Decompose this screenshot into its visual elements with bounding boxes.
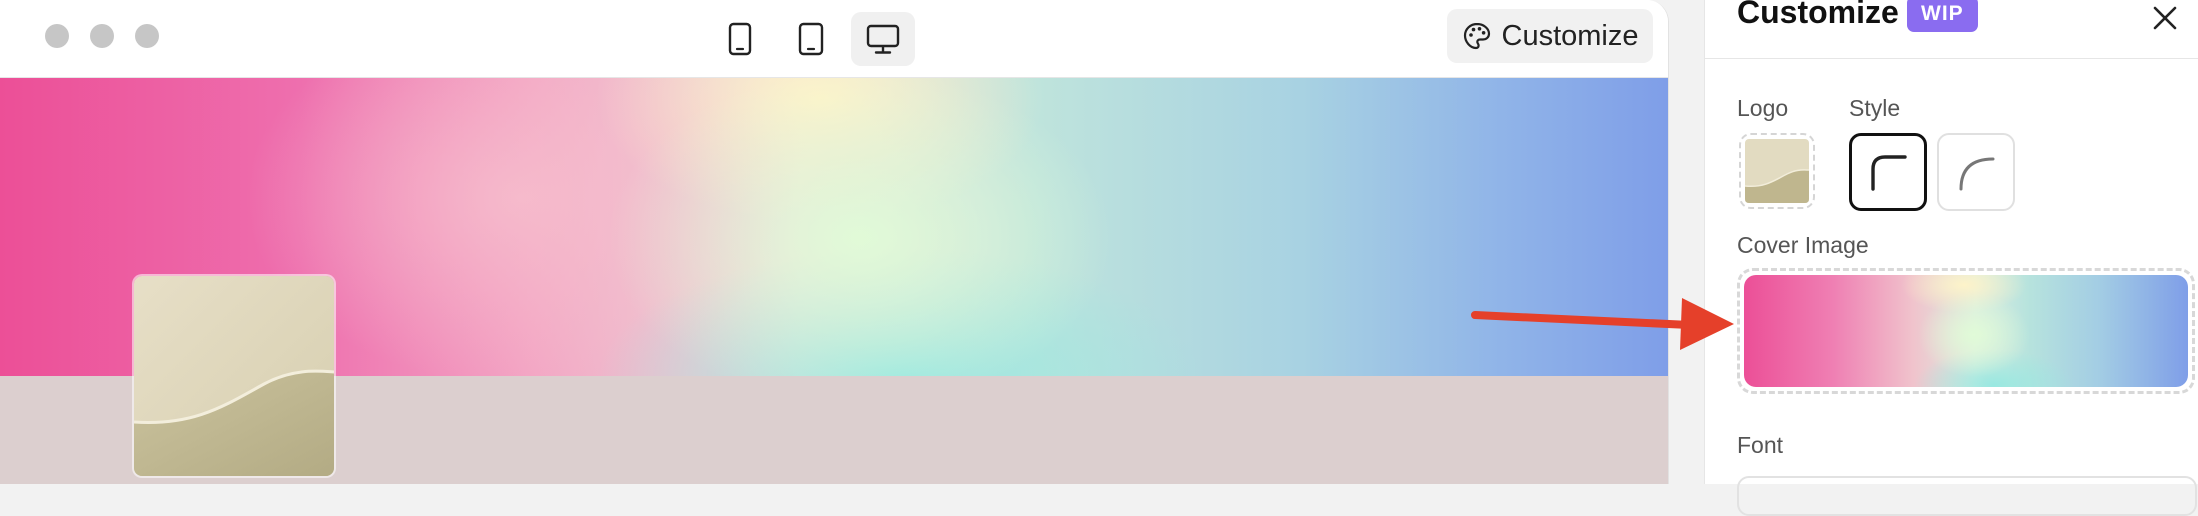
preview-window: Customize bbox=[0, 0, 1669, 484]
customize-panel: Customize WIP Logo Style Cover Image Fon… bbox=[1704, 0, 2198, 516]
device-mobile-button[interactable] bbox=[708, 12, 772, 66]
window-zoom-dot[interactable] bbox=[135, 24, 159, 48]
close-icon bbox=[2153, 6, 2177, 30]
logo-thumbnail bbox=[1745, 139, 1809, 203]
preview-toolbar: Customize bbox=[0, 0, 1668, 78]
logo-preview bbox=[134, 276, 334, 476]
font-select[interactable] bbox=[1737, 476, 2197, 516]
customize-button-label: Customize bbox=[1501, 19, 1639, 52]
style-rounded-option[interactable] bbox=[1849, 133, 1927, 211]
font-label: Font bbox=[1737, 432, 1784, 458]
cover-image-upload[interactable] bbox=[1737, 268, 2195, 394]
tablet-icon bbox=[798, 22, 824, 56]
window-minimize-dot[interactable] bbox=[90, 24, 114, 48]
logo-upload[interactable] bbox=[1739, 133, 1815, 209]
customize-button[interactable]: Customize bbox=[1447, 9, 1653, 63]
panel-title: Customize bbox=[1737, 0, 1899, 30]
device-tablet-button[interactable] bbox=[779, 12, 843, 66]
close-button[interactable] bbox=[2145, 0, 2185, 38]
cover-image-label: Cover Image bbox=[1737, 232, 1869, 258]
tablet-portrait-icon bbox=[728, 22, 752, 56]
window-close-dot[interactable] bbox=[45, 24, 69, 48]
wip-badge: WIP bbox=[1907, 0, 1978, 32]
style-label: Style bbox=[1849, 95, 1901, 121]
logo-label: Logo bbox=[1737, 95, 1789, 121]
cover-image-thumbnail bbox=[1744, 275, 2188, 387]
device-desktop-button[interactable] bbox=[851, 12, 915, 66]
curved-corner-icon bbox=[1959, 157, 1995, 191]
rounded-corner-icon bbox=[1871, 155, 1907, 191]
style-curved-option[interactable] bbox=[1937, 133, 2015, 211]
palette-icon bbox=[1463, 22, 1490, 50]
panel-header: Customize WIP bbox=[1705, 0, 2198, 59]
desktop-icon bbox=[866, 24, 900, 54]
